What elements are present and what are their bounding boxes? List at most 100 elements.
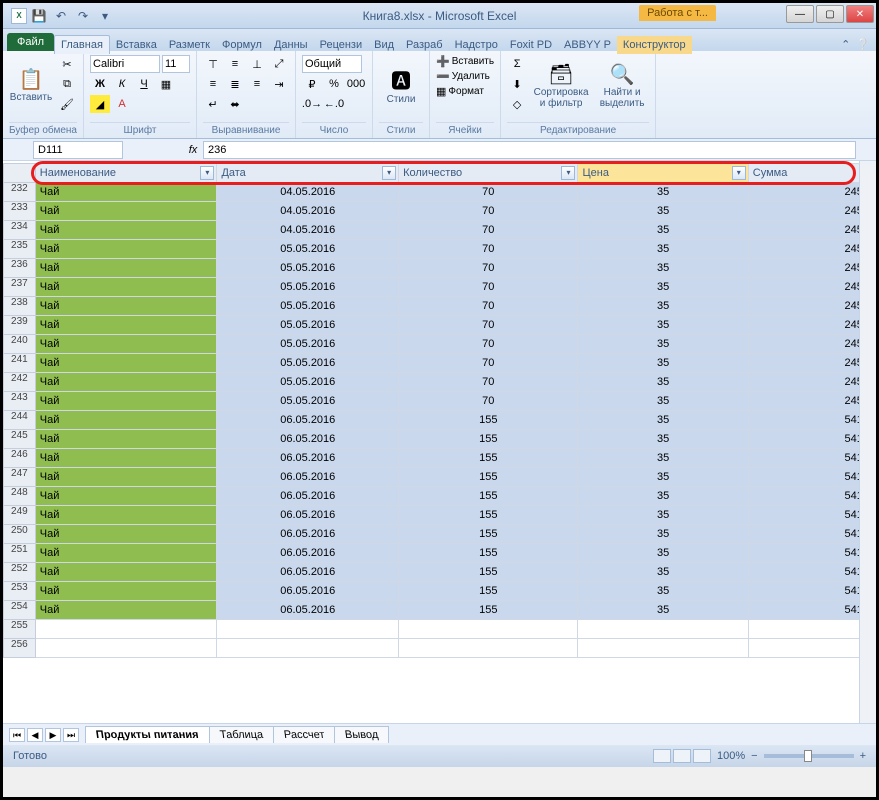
row-header[interactable]: 246 [4,449,36,468]
cell-price[interactable]: 35 [578,316,748,335]
cell-qty[interactable]: 70 [399,297,578,316]
autosum-icon[interactable]: Σ [507,55,527,73]
cell-name[interactable]: Чай [35,582,217,601]
insert-cells-icon[interactable]: ➕ [436,55,450,68]
cell-name[interactable]: Чай [35,544,217,563]
cell-price[interactable]: 35 [578,544,748,563]
cell-date[interactable]: 05.05.2016 [217,278,399,297]
cell-name[interactable]: Чай [35,259,217,278]
empty-cell[interactable] [35,620,217,639]
cell-qty[interactable]: 155 [399,601,578,620]
column-header-4[interactable]: Сумма▾ [748,164,875,183]
cell-name[interactable]: Чай [35,468,217,487]
column-header-2[interactable]: Количество▾ [399,164,578,183]
zoom-in-icon[interactable]: + [860,750,866,762]
cell-sum[interactable]: 5418 [748,449,875,468]
styles-button[interactable]: 🅰 Стили [379,55,423,115]
empty-cell[interactable] [399,639,578,658]
cell-date[interactable]: 04.05.2016 [217,183,399,202]
cell-name[interactable]: Чай [35,430,217,449]
cell-name[interactable]: Чай [35,487,217,506]
cell-qty[interactable]: 155 [399,563,578,582]
row-header[interactable]: 235 [4,240,36,259]
cell-name[interactable]: Чай [35,278,217,297]
cell-date[interactable]: 05.05.2016 [217,392,399,411]
row-header[interactable]: 234 [4,221,36,240]
cell-qty[interactable]: 70 [399,373,578,392]
file-tab[interactable]: Файл [7,33,54,51]
cell-date[interactable]: 05.05.2016 [217,259,399,278]
cell-price[interactable]: 35 [578,525,748,544]
filter-dropdown-icon[interactable]: ▾ [200,166,214,180]
empty-cell[interactable] [35,639,217,658]
underline-icon[interactable]: Ч [134,75,154,93]
wrap-text-icon[interactable]: ↵ [203,95,223,113]
filter-dropdown-icon[interactable]: ▾ [732,166,746,180]
cell-qty[interactable]: 70 [399,316,578,335]
cell-qty[interactable]: 155 [399,525,578,544]
help-icon[interactable]: ❔ [856,38,870,51]
ribbon-tab-3[interactable]: Формул [216,36,268,54]
increase-decimal-icon[interactable]: .0→ [302,95,322,113]
row-header[interactable]: 256 [4,639,36,658]
view-break-icon[interactable] [693,749,711,763]
tab-nav-first-icon[interactable]: ⏮ [9,728,25,742]
cell-name[interactable]: Чай [35,506,217,525]
tab-nav-next-icon[interactable]: ▶ [45,728,61,742]
cell-name[interactable]: Чай [35,354,217,373]
cell-date[interactable]: 06.05.2016 [217,487,399,506]
cell-price[interactable]: 35 [578,392,748,411]
cell-qty[interactable]: 155 [399,506,578,525]
row-header[interactable]: 248 [4,487,36,506]
column-header-3[interactable]: Цена▾ [578,164,748,183]
font-name-combo[interactable]: Calibri [90,55,160,73]
cell-qty[interactable]: 70 [399,202,578,221]
copy-icon[interactable]: ⧉ [57,75,77,93]
filter-dropdown-icon[interactable]: ▾ [561,166,575,180]
cell-price[interactable]: 35 [578,563,748,582]
cell-name[interactable]: Чай [35,525,217,544]
row-header[interactable]: 249 [4,506,36,525]
cell-sum[interactable]: 2458 [748,221,875,240]
cell-date[interactable]: 06.05.2016 [217,582,399,601]
cell-name[interactable]: Чай [35,240,217,259]
row-header[interactable]: 245 [4,430,36,449]
fill-color-icon[interactable]: ◢ [90,95,110,113]
cell-sum[interactable]: 5418 [748,582,875,601]
cell-sum[interactable]: 5418 [748,525,875,544]
empty-cell[interactable] [748,639,875,658]
currency-icon[interactable]: ₽ [302,75,322,93]
border-icon[interactable]: ▦ [156,75,176,93]
cell-price[interactable]: 35 [578,601,748,620]
filter-dropdown-icon[interactable]: ▾ [382,166,396,180]
cell-sum[interactable]: 2457 [748,259,875,278]
cell-date[interactable]: 05.05.2016 [217,297,399,316]
cell-name[interactable]: Чай [35,392,217,411]
cell-name[interactable]: Чай [35,563,217,582]
cell-name[interactable]: Чай [35,297,217,316]
format-cells-icon[interactable]: ▦ [436,85,446,98]
view-layout-icon[interactable] [673,749,691,763]
cell-sum[interactable]: 2457 [748,278,875,297]
row-header[interactable]: 255 [4,620,36,639]
cell-sum[interactable]: 2457 [748,240,875,259]
cell-qty[interactable]: 70 [399,259,578,278]
cell-qty[interactable]: 155 [399,544,578,563]
minimize-ribbon-icon[interactable]: ⌃ [841,38,850,51]
cell-sum[interactable]: 2458 [748,202,875,221]
cell-date[interactable]: 06.05.2016 [217,525,399,544]
empty-cell[interactable] [399,620,578,639]
cell-price[interactable]: 35 [578,582,748,601]
row-header[interactable]: 253 [4,582,36,601]
cell-sum[interactable]: 2457 [748,335,875,354]
cell-date[interactable]: 05.05.2016 [217,373,399,392]
clear-icon[interactable]: ◇ [507,95,527,113]
cell-price[interactable]: 35 [578,487,748,506]
row-header[interactable]: 240 [4,335,36,354]
number-format-combo[interactable]: Общий [302,55,362,73]
cell-qty[interactable]: 155 [399,582,578,601]
cell-name[interactable]: Чай [35,601,217,620]
ribbon-tab-0[interactable]: Главная [54,35,110,54]
decrease-decimal-icon[interactable]: ←.0 [324,95,344,113]
format-painter-icon[interactable]: 🖌 [57,95,77,113]
